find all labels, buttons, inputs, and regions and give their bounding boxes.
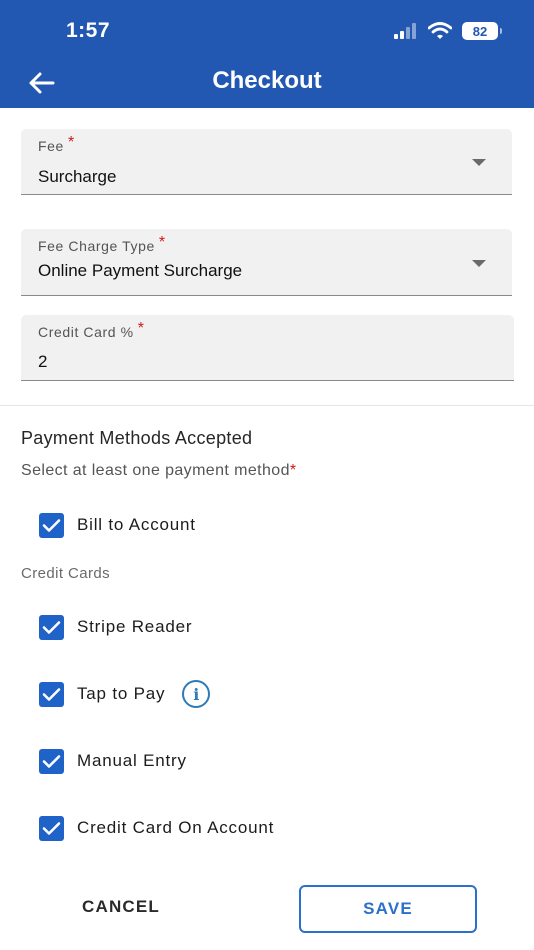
fee-charge-type-label-text: Fee Charge Type — [38, 238, 155, 254]
required-mark: * — [67, 134, 75, 151]
fee-select[interactable]: Fee * Surcharge — [21, 129, 512, 195]
fee-value: Surcharge — [38, 167, 117, 186]
fee-label: Fee * — [38, 134, 75, 156]
required-mark: * — [158, 234, 166, 251]
credit-card-on-account-checkbox[interactable]: Credit Card On Account — [39, 815, 275, 841]
checkmark-icon — [42, 518, 61, 532]
payment-methods-subtitle: Select at least one payment method* — [21, 462, 297, 480]
info-circle-icon[interactable]: i — [182, 680, 211, 708]
required-mark: * — [289, 462, 297, 479]
credit-card-percent-input[interactable]: Credit Card % * 2 — [21, 315, 514, 381]
stripe-reader-checkbox[interactable]: Stripe Reader — [39, 614, 193, 640]
payment-methods-subtitle-text: Select at least one payment method — [21, 462, 290, 479]
checkmark-icon — [42, 754, 61, 768]
checkbox-checked[interactable] — [39, 748, 64, 774]
credit-card-percent-value: 2 — [38, 352, 48, 371]
stripe-reader-label: Stripe Reader — [77, 617, 193, 636]
cancel-button[interactable]: CANCEL — [58, 884, 184, 930]
checkmark-icon — [42, 620, 61, 634]
tap-to-pay-checkbox[interactable]: Tap to Pay i — [39, 680, 211, 708]
tap-to-pay-label: Tap to Pay — [77, 684, 166, 703]
checkbox-checked[interactable] — [39, 815, 64, 841]
wifi-icon — [428, 22, 452, 39]
caret-down-icon — [472, 260, 486, 267]
checkmark-icon — [42, 821, 61, 835]
manual-entry-checkbox[interactable]: Manual Entry — [39, 748, 187, 774]
fee-charge-type-label: Fee Charge Type * — [38, 234, 166, 256]
credit-card-percent-label: Credit Card % * — [38, 320, 145, 342]
battery-icon: 82 — [462, 22, 502, 40]
fee-charge-type-select[interactable]: Fee Charge Type * Online Payment Surcharg… — [21, 229, 512, 296]
section-divider — [0, 405, 534, 406]
bill-to-account-checkbox[interactable]: Bill to Account — [39, 512, 196, 538]
credit-card-on-account-label: Credit Card On Account — [77, 818, 275, 837]
credit-cards-label: Credit Cards — [21, 565, 110, 582]
status-time: 1:57 — [66, 19, 111, 42]
required-mark: * — [137, 320, 145, 337]
credit-card-percent-label-text: Credit Card % — [38, 324, 134, 340]
save-button[interactable]: SAVE — [299, 885, 477, 933]
fee-label-text: Fee — [38, 138, 64, 154]
page-title: Checkout — [212, 67, 322, 94]
signal-bars-icon — [394, 23, 416, 39]
caret-down-icon — [472, 159, 486, 166]
status-icons: 82 — [394, 21, 502, 41]
bill-to-account-label: Bill to Account — [77, 515, 196, 534]
checkbox-checked[interactable] — [39, 512, 64, 538]
payment-methods-title: Payment Methods Accepted — [21, 428, 253, 448]
fee-charge-type-value: Online Payment Surcharge — [38, 261, 243, 280]
manual-entry-label: Manual Entry — [77, 751, 187, 770]
checkbox-checked[interactable] — [39, 681, 64, 707]
checkbox-checked[interactable] — [39, 614, 64, 640]
checkmark-icon — [42, 687, 61, 701]
app-header: 1:57 82 Checkout — [0, 0, 534, 108]
